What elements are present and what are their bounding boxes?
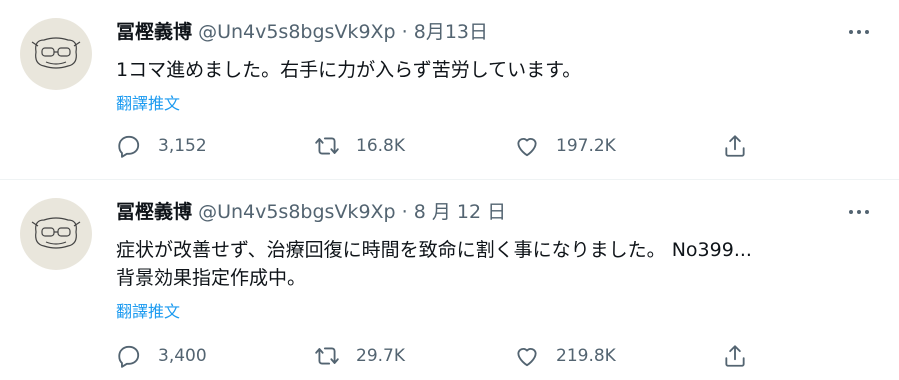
author-name[interactable]: 冨樫義博 — [116, 21, 192, 43]
translate-link[interactable]: 翻譯推文 — [116, 90, 180, 114]
retweet-icon — [315, 347, 339, 365]
tweet-card[interactable]: 冨樫義博 @Un4v5s8bgsVk9Xp · 8月13日 1コマ進めました。右… — [0, 0, 899, 180]
retweet-count: 29.7K — [356, 346, 405, 366]
author-handle[interactable]: @Un4v5s8bgsVk9Xp — [198, 201, 396, 223]
tweet-header: 冨樫義博 @Un4v5s8bgsVk9Xp · 8月13日 — [116, 20, 839, 44]
reply-icon — [118, 345, 140, 368]
tweet-date[interactable]: 8 月 12 日 — [414, 201, 506, 223]
like-count: 197.2K — [556, 136, 616, 156]
retweet-count: 16.8K — [356, 136, 405, 156]
reply-count: 3,152 — [158, 136, 207, 156]
tweet-text-line: 背景効果指定作成中。 — [116, 267, 307, 289]
share-icon — [725, 345, 745, 367]
tweet-actions: 3,400 29.7K 219.8K — [116, 342, 899, 370]
reply-button[interactable]: 3,400 — [116, 342, 207, 370]
author-name[interactable]: 冨樫義博 — [116, 201, 192, 223]
reply-icon — [118, 135, 140, 158]
author-handle[interactable]: @Un4v5s8bgsVk9Xp — [198, 21, 396, 43]
avatar-drawing-icon — [31, 217, 81, 249]
avatar[interactable] — [20, 18, 92, 90]
avatar[interactable] — [20, 198, 92, 270]
separator-dot: · — [401, 21, 408, 43]
share-icon — [725, 135, 745, 157]
more-icon[interactable] — [847, 22, 875, 42]
tweet-text: 症状が改善せず、治療回復に時間を致命に割く事になりました。 No399... 背… — [116, 236, 859, 292]
tweet-actions: 3,152 16.8K 197.2K — [116, 132, 899, 160]
tweet-header: 冨樫義博 @Un4v5s8bgsVk9Xp · 8 月 12 日 — [116, 200, 839, 224]
separator-dot: · — [401, 201, 408, 223]
retweet-icon — [315, 137, 339, 155]
retweet-button[interactable]: 29.7K — [314, 342, 405, 370]
tweet-text-line: 症状が改善せず、治療回復に時間を致命に割く事になりました。 No399... — [116, 239, 752, 261]
avatar-drawing-icon — [31, 37, 81, 69]
heart-icon — [517, 348, 537, 367]
heart-icon — [517, 138, 537, 157]
tweet-text-line: 1コマ進めました。右手に力が入らず苦労しています。 — [116, 59, 582, 81]
translate-link[interactable]: 翻譯推文 — [116, 298, 180, 322]
tweet-card[interactable]: 冨樫義博 @Un4v5s8bgsVk9Xp · 8 月 12 日 症状が改善せず… — [0, 180, 899, 380]
tweet-date[interactable]: 8月13日 — [414, 21, 488, 43]
reply-button[interactable]: 3,152 — [116, 132, 207, 160]
like-button[interactable]: 219.8K — [514, 342, 616, 370]
retweet-button[interactable]: 16.8K — [314, 132, 405, 160]
share-button[interactable] — [722, 342, 748, 370]
more-icon[interactable] — [847, 202, 875, 222]
like-count: 219.8K — [556, 346, 616, 366]
like-button[interactable]: 197.2K — [514, 132, 616, 160]
share-button[interactable] — [722, 132, 748, 160]
tweet-text: 1コマ進めました。右手に力が入らず苦労しています。 — [116, 56, 859, 84]
reply-count: 3,400 — [158, 346, 207, 366]
